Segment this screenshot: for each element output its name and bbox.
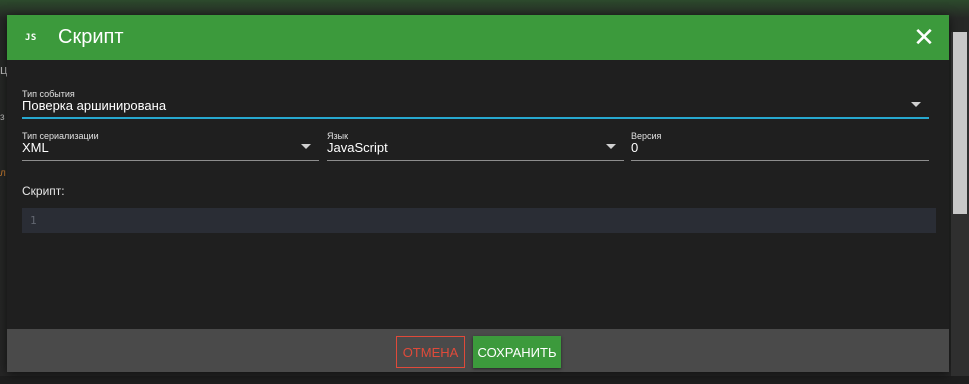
dialog-title: Скрипт [58, 26, 124, 48]
event-type-value: Поверка аршинирована [22, 98, 167, 113]
chevron-down-icon[interactable] [911, 102, 921, 107]
script-dialog: JS Скрипт ✕ Тип события Поверка аршиниро… [7, 15, 949, 372]
event-type-select[interactable]: Тип события Поверка аршинирована [22, 89, 929, 119]
cancel-button[interactable]: ОТМЕНА [396, 336, 465, 368]
background-table-row [0, 376, 969, 384]
page-scrollbar[interactable] [951, 32, 969, 376]
version-value[interactable]: 0 [631, 140, 638, 155]
chevron-down-icon[interactable] [301, 144, 311, 149]
save-button[interactable]: СОХРАНИТЬ [473, 336, 561, 368]
scrollbar-thumb[interactable] [953, 32, 967, 214]
dialog-footer: ОТМЕНА СОХРАНИТЬ [7, 329, 949, 372]
language-value: JavaScript [327, 140, 388, 155]
background-text-fragment: л [0, 168, 6, 179]
serialization-type-value: XML [22, 140, 49, 155]
background-text-fragment: з [0, 112, 5, 123]
javascript-icon: JS [25, 32, 37, 43]
script-editor[interactable]: 1 [22, 208, 936, 233]
version-field[interactable]: Версия 0 [631, 131, 929, 161]
dialog-header: JS Скрипт ✕ [7, 15, 949, 60]
close-icon[interactable]: ✕ [913, 24, 935, 50]
line-number: 1 [30, 214, 37, 227]
chevron-down-icon[interactable] [606, 144, 616, 149]
serialization-type-select[interactable]: Тип сериализации XML [22, 131, 319, 161]
script-label: Скрипт: [22, 184, 65, 198]
language-select[interactable]: Язык JavaScript [327, 131, 624, 161]
